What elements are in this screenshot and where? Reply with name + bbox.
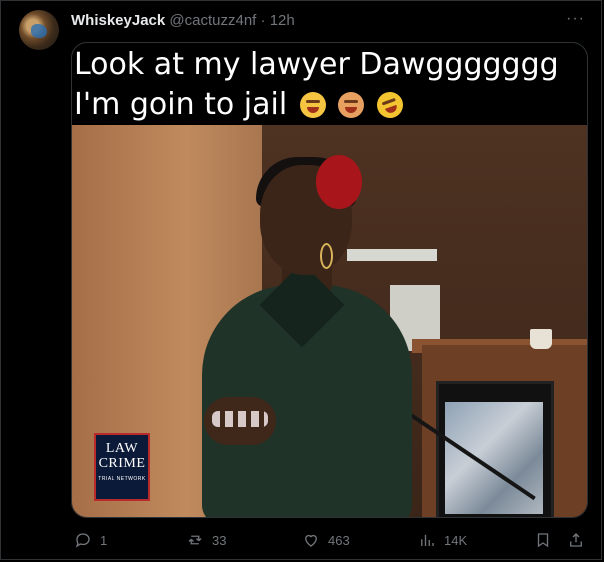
tweet-header: WhiskeyJack @cactuzz4nf · 12h <box>71 12 295 30</box>
monitor <box>436 381 554 517</box>
display-name[interactable]: WhiskeyJack <box>71 12 165 29</box>
timestamp[interactable]: 12h <box>270 12 295 29</box>
nails <box>212 411 268 427</box>
user-handle[interactable]: @cactuzz4nf <box>169 12 256 29</box>
share-button[interactable] <box>567 528 585 552</box>
reply-button[interactable]: 1 <box>74 528 107 552</box>
tired-face-emoji <box>299 92 326 118</box>
avatar[interactable] <box>19 10 59 50</box>
rolling-laughing-emoji <box>373 88 407 122</box>
heart-icon <box>305 534 317 547</box>
like-button[interactable]: 463 <box>302 528 350 552</box>
reply-icon <box>75 533 90 548</box>
repost-icon <box>188 535 202 545</box>
courtroom-scene: LAW CRIME TRIAL NETWORK <box>72 125 587 517</box>
logo-crime: CRIME <box>98 456 146 471</box>
share-icon <box>570 533 582 547</box>
like-count: 463 <box>328 532 350 548</box>
cup <box>530 329 552 349</box>
earring <box>320 243 333 269</box>
tweet-actions: 1 33 463 14K <box>0 528 604 552</box>
video-caption: Look at my lawyer Dawggggggg I'm goin to… <box>74 43 584 125</box>
views-count: 14K <box>444 532 468 548</box>
bookmark-button[interactable] <box>534 528 552 552</box>
views-button[interactable]: 14K <box>418 528 467 552</box>
law-and-crime-logo: LAW CRIME TRIAL NETWORK <box>94 433 150 501</box>
bookmark-icon <box>537 533 549 548</box>
separator-dot: · <box>260 12 266 29</box>
logo-law: LAW <box>105 441 139 456</box>
shelf <box>347 249 437 261</box>
exploding-head-emoji <box>338 92 365 118</box>
repost-count: 33 <box>212 532 227 548</box>
tweet-video[interactable]: Look at my lawyer Dawggggggg I'm goin to… <box>71 42 588 518</box>
hair-flower <box>316 155 362 209</box>
repost-button[interactable]: 33 <box>186 528 226 552</box>
views-icon <box>421 534 434 546</box>
logo-trial-network: TRIAL NETWORK <box>98 476 146 482</box>
more-options-icon[interactable]: ··· <box>566 10 585 28</box>
reply-count: 1 <box>100 532 108 548</box>
